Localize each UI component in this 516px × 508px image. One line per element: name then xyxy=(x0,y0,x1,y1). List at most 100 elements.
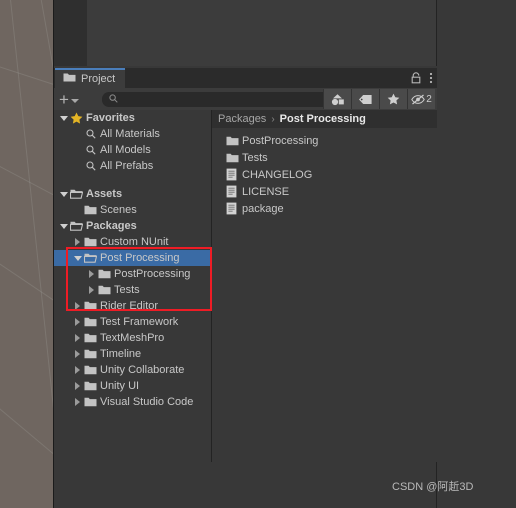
chevron-down-icon xyxy=(70,98,79,103)
tree-twisty[interactable] xyxy=(72,398,83,406)
asset-list-item-label: Tests xyxy=(242,151,268,164)
tree-item-timeline[interactable]: Timeline xyxy=(54,346,211,362)
tree-item-label: Visual Studio Code xyxy=(100,396,194,408)
tab-project-label: Project xyxy=(81,73,116,85)
background-panel-left xyxy=(54,0,87,66)
filter-by-type-button[interactable] xyxy=(323,89,351,109)
tree-item-rider-editor[interactable]: Rider Editor xyxy=(54,298,211,314)
tree-item-tests[interactable]: Tests xyxy=(54,282,211,298)
tree-twisty[interactable] xyxy=(58,191,69,197)
grid-line xyxy=(0,400,54,472)
asset-list[interactable]: PostProcessing Tests CHANGELOG LICENSE packa… xyxy=(212,128,437,217)
kebab-menu-icon[interactable] xyxy=(429,72,433,84)
create-asset-button[interactable]: + xyxy=(59,91,79,108)
tree-twisty[interactable] xyxy=(72,366,83,374)
tree-item-test-framework[interactable]: Test Framework xyxy=(54,314,211,330)
filter-hidden-packages-button[interactable]: 2 xyxy=(407,89,435,109)
folder-open-icon xyxy=(83,253,98,263)
folder-icon xyxy=(83,381,98,391)
tree-item-scenes[interactable]: Scenes xyxy=(54,202,211,218)
tree-item-label: TextMeshPro xyxy=(100,332,165,344)
chevron-right-icon[interactable] xyxy=(75,318,80,326)
chevron-right-icon[interactable] xyxy=(75,350,80,358)
tree-item-label: PostProcessing xyxy=(114,268,191,280)
tree-twisty[interactable] xyxy=(72,334,83,342)
folder-icon xyxy=(83,205,98,215)
asset-list-item[interactable]: Tests xyxy=(212,149,437,166)
tree-item-label: Scenes xyxy=(100,204,137,216)
tree-twisty[interactable] xyxy=(72,382,83,390)
tree-item-visual-studio-code[interactable]: Visual Studio Code xyxy=(54,394,211,410)
chevron-right-icon[interactable] xyxy=(75,238,80,246)
lock-icon[interactable] xyxy=(411,72,421,84)
tree-item-label: Unity Collaborate xyxy=(100,364,185,376)
plus-icon: + xyxy=(59,89,69,109)
chevron-down-icon[interactable] xyxy=(73,255,82,261)
tree-item-label: Timeline xyxy=(100,348,142,360)
chevron-right-icon[interactable] xyxy=(75,366,80,374)
grid-line xyxy=(0,60,54,95)
chevron-down-icon[interactable] xyxy=(59,223,68,229)
tree-item-label: Packages xyxy=(86,220,137,232)
chevron-right-icon[interactable] xyxy=(75,382,80,390)
project-window: Project + 2 Favorites All Materials All … xyxy=(54,66,437,462)
filter-favorites-button[interactable] xyxy=(379,89,407,109)
tree-item-postprocessing[interactable]: PostProcessing xyxy=(54,266,211,282)
tree-twisty[interactable] xyxy=(72,318,83,326)
tree-item-assets[interactable]: Assets xyxy=(54,186,211,202)
tree-twisty[interactable] xyxy=(72,255,83,261)
chevron-right-icon[interactable] xyxy=(75,334,80,342)
chevron-down-icon[interactable] xyxy=(59,191,68,197)
tree-item-label: Favorites xyxy=(86,112,135,124)
project-tree[interactable]: Favorites All Materials All Models All Pref… xyxy=(54,110,211,462)
chevron-right-icon[interactable] xyxy=(89,270,94,278)
folder-icon xyxy=(83,333,98,343)
file-icon xyxy=(226,202,242,215)
tree-twisty[interactable] xyxy=(58,115,69,121)
star-icon xyxy=(69,112,84,124)
tree-item-all-materials[interactable]: All Materials xyxy=(54,126,211,142)
tree-item-unity-ui[interactable]: Unity UI xyxy=(54,378,211,394)
tree-item-textmeshpro[interactable]: TextMeshPro xyxy=(54,330,211,346)
search-field[interactable] xyxy=(102,92,360,107)
tab-project[interactable]: Project xyxy=(55,68,126,88)
asset-list-item-label: LICENSE xyxy=(242,185,290,198)
tree-item-custom-nunit[interactable]: Custom NUnit xyxy=(54,234,211,250)
folder-icon xyxy=(83,397,98,407)
tree-twisty[interactable] xyxy=(86,286,97,294)
folder-icon xyxy=(83,317,98,327)
chevron-right-icon[interactable] xyxy=(89,286,94,294)
tree-item-label: Tests xyxy=(114,284,140,296)
chevron-down-icon[interactable] xyxy=(59,115,68,121)
tree-twisty[interactable] xyxy=(72,302,83,310)
tree-item-label: Unity UI xyxy=(100,380,140,392)
folder-icon xyxy=(83,349,98,359)
folder-open-icon xyxy=(69,221,84,231)
breadcrumb-root[interactable]: Packages xyxy=(218,113,266,125)
tree-twisty[interactable] xyxy=(86,270,97,278)
chevron-right-icon[interactable] xyxy=(75,398,80,406)
watermark: CSDN @阿赾3D xyxy=(392,481,474,493)
tree-twisty[interactable] xyxy=(72,238,83,246)
asset-list-item[interactable]: PostProcessing xyxy=(212,132,437,149)
tree-item-packages[interactable]: Packages xyxy=(54,218,211,234)
scene-viewport[interactable] xyxy=(0,0,54,508)
tree-twisty[interactable] xyxy=(72,350,83,358)
tree-item-favorites[interactable]: Favorites xyxy=(54,110,211,126)
folder-icon xyxy=(97,285,112,295)
asset-list-item[interactable]: LICENSE xyxy=(212,183,437,200)
tree-twisty[interactable] xyxy=(58,223,69,229)
asset-list-item[interactable]: package xyxy=(212,200,437,217)
grid-line xyxy=(0,250,54,318)
tree-item-all-models[interactable]: All Models xyxy=(54,142,211,158)
tree-item-post-processing[interactable]: Post Processing xyxy=(54,250,211,266)
tree-item-all-prefabs[interactable]: All Prefabs xyxy=(54,158,211,174)
tab-header-icons xyxy=(411,68,433,88)
folder-icon xyxy=(226,153,242,163)
chevron-right-icon[interactable] xyxy=(75,302,80,310)
tree-item-label: All Materials xyxy=(100,128,160,140)
tree-item-unity-collaborate[interactable]: Unity Collaborate xyxy=(54,362,211,378)
asset-list-item[interactable]: CHANGELOG xyxy=(212,166,437,183)
project-toolbar: + 2 xyxy=(54,88,437,110)
filter-by-label-button[interactable] xyxy=(351,89,379,109)
